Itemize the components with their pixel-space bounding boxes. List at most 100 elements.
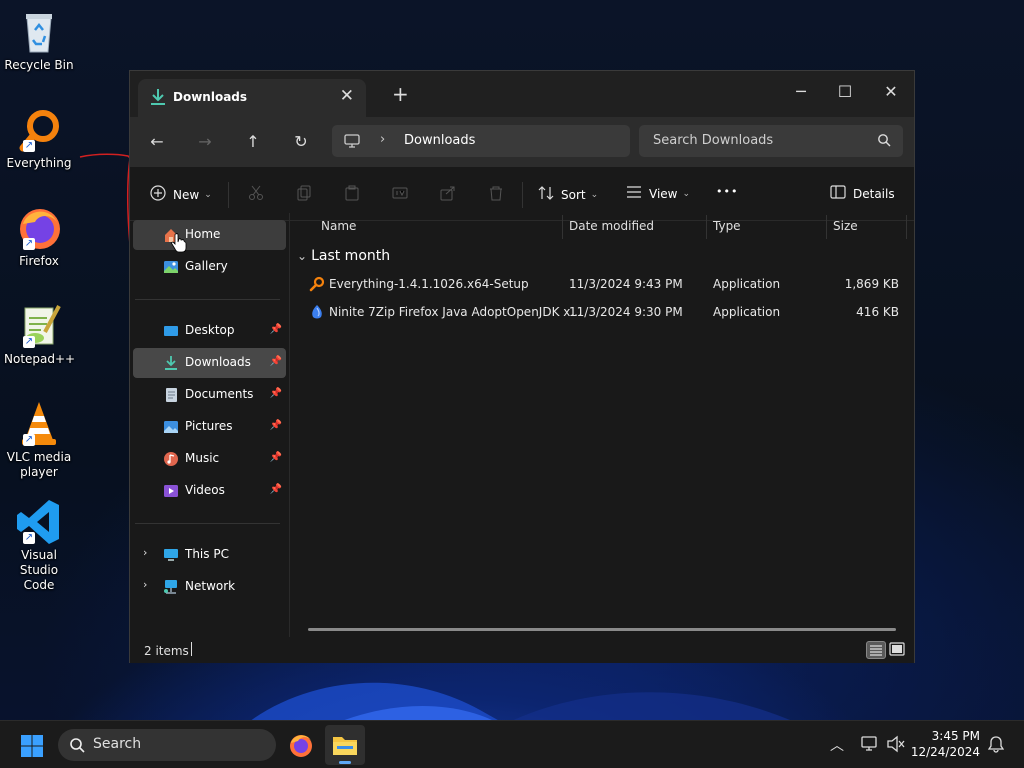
- tab-downloads[interactable]: Downloads ✕: [138, 79, 366, 117]
- details-pane-button[interactable]: Details: [830, 185, 895, 202]
- sidebar-item-music[interactable]: Music 📌: [133, 444, 286, 474]
- pin-icon[interactable]: 📌: [270, 420, 282, 431]
- computer-icon: [163, 547, 179, 563]
- sidebar-item-desktop[interactable]: Desktop 📌: [133, 316, 286, 346]
- more-options-button[interactable]: •••: [716, 185, 738, 198]
- desktop-icon-everything[interactable]: ↗ Everything: [4, 106, 74, 171]
- volume-muted-icon[interactable]: [886, 735, 906, 757]
- view-list-icon: [626, 185, 642, 202]
- paste-button[interactable]: [344, 185, 360, 201]
- desktop-icon-vlc[interactable]: ↗ VLC media player: [4, 400, 74, 480]
- show-hidden-icons-button[interactable]: ︿: [830, 735, 844, 755]
- view-button[interactable]: View ⌄: [626, 185, 690, 202]
- desktop-icon-label: Recycle Bin: [4, 58, 74, 72]
- file-name: Everything-1.4.1.1026.x64-Setup: [329, 277, 529, 291]
- taskbar-firefox[interactable]: [281, 725, 321, 765]
- up-button[interactable]: ↑: [240, 130, 266, 154]
- gallery-icon: [163, 259, 179, 275]
- table-row[interactable]: Everything-1.4.1.1026.x64-Setup 11/3/202…: [291, 272, 914, 298]
- minimize-button[interactable]: ─: [778, 77, 824, 107]
- delete-button[interactable]: [488, 185, 504, 201]
- sidebar-item-downloads[interactable]: Downloads 📌: [133, 348, 286, 378]
- taskbar-search-label: Search: [93, 736, 142, 752]
- ninite-icon: [309, 304, 325, 320]
- close-window-button[interactable]: ✕: [868, 77, 914, 107]
- pin-icon[interactable]: 📌: [270, 356, 282, 367]
- sidebar-item-network[interactable]: › Network: [133, 572, 286, 602]
- clock[interactable]: 3:45 PM 12/24/2024: [911, 728, 980, 760]
- sidebar-item-home[interactable]: Home: [133, 220, 286, 253]
- sidebar-item-documents[interactable]: Documents 📌: [133, 380, 286, 410]
- taskbar-search[interactable]: Search: [58, 729, 276, 761]
- cut-button[interactable]: [248, 185, 264, 201]
- desktop-icon-vscode[interactable]: ↗ Visual Studio Code: [4, 498, 74, 593]
- divider: [135, 523, 280, 524]
- close-tab-icon[interactable]: ✕: [340, 86, 354, 106]
- address-bar[interactable]: › Downloads: [332, 125, 630, 157]
- sort-icon: [538, 185, 554, 204]
- maximize-button[interactable]: ☐: [822, 77, 868, 107]
- new-tab-button[interactable]: +: [392, 84, 409, 104]
- sidebar-item-label: Network: [185, 579, 236, 593]
- file-date: 11/3/2024 9:43 PM: [569, 277, 683, 291]
- sidebar-item-label: This PC: [185, 547, 229, 561]
- pin-icon[interactable]: 📌: [270, 324, 282, 335]
- clock-date: 12/24/2024: [910, 745, 980, 759]
- column-resizer[interactable]: [562, 215, 563, 239]
- horizontal-scrollbar[interactable]: [308, 628, 896, 631]
- pane-divider[interactable]: [289, 213, 290, 637]
- pin-icon[interactable]: 📌: [270, 388, 282, 399]
- back-button[interactable]: ←: [144, 130, 170, 154]
- tiles-view-button[interactable]: [888, 641, 908, 659]
- desktop-icon-label: Firefox: [19, 254, 59, 268]
- share-button[interactable]: [440, 185, 456, 201]
- sidebar-item-pictures[interactable]: Pictures 📌: [133, 412, 286, 442]
- divider: [522, 182, 523, 208]
- desktop-icon-firefox[interactable]: ↗ Firefox: [4, 204, 74, 269]
- column-header-type[interactable]: Type: [713, 219, 741, 233]
- sidebar-item-this-pc[interactable]: › This PC: [133, 540, 286, 570]
- network-icon: [163, 579, 179, 595]
- details-view-button[interactable]: [866, 641, 886, 659]
- sidebar-item-videos[interactable]: Videos 📌: [133, 476, 286, 506]
- new-button[interactable]: New ⌄: [150, 185, 212, 204]
- folder-icon: [333, 737, 357, 755]
- pin-icon[interactable]: 📌: [270, 484, 282, 495]
- copy-button[interactable]: [296, 185, 312, 201]
- desktop-icon-label: VLC media player: [6, 450, 72, 479]
- start-button[interactable]: [20, 734, 44, 761]
- expand-chevron-icon[interactable]: ›: [143, 578, 147, 591]
- refresh-button[interactable]: ↻: [288, 130, 314, 154]
- sidebar-item-gallery[interactable]: Gallery: [133, 252, 286, 282]
- forward-button[interactable]: →: [192, 130, 218, 154]
- desktop-icon-notepad-plus-plus[interactable]: ↗ Notepad++: [4, 302, 75, 367]
- details-label: Details: [853, 186, 895, 201]
- column-header-size[interactable]: Size: [833, 219, 858, 233]
- search-icon: [69, 737, 85, 756]
- breadcrumb-separator[interactable]: ›: [380, 132, 385, 147]
- column-resizer[interactable]: [706, 215, 707, 239]
- network-tray-icon[interactable]: [860, 735, 880, 757]
- file-name: Ninite 7Zip Firefox Java AdoptOpenJDK x.…: [329, 305, 582, 319]
- chevron-down-icon: ⌄: [297, 249, 308, 263]
- desktop-icon: [163, 323, 179, 339]
- column-header-name[interactable]: Name: [321, 219, 356, 233]
- rename-button[interactable]: [392, 185, 408, 201]
- column-header-date-modified[interactable]: Date modified: [569, 219, 654, 233]
- pin-icon[interactable]: 📌: [270, 452, 282, 463]
- sort-button[interactable]: Sort ⌄: [538, 185, 598, 204]
- notification-bell-icon[interactable]: [987, 735, 1005, 757]
- column-resizer[interactable]: [826, 215, 827, 239]
- sort-label: Sort: [561, 187, 586, 202]
- notepad-plus-plus-icon: ↗: [15, 302, 63, 350]
- breadcrumb-downloads[interactable]: Downloads: [404, 133, 475, 148]
- table-row[interactable]: Ninite 7Zip Firefox Java AdoptOpenJDK x.…: [291, 300, 914, 326]
- search-input[interactable]: Search Downloads: [639, 125, 903, 157]
- taskbar-file-explorer[interactable]: [325, 725, 365, 765]
- download-icon: [163, 355, 179, 371]
- group-header-last-month[interactable]: ⌄ Last month: [297, 248, 390, 264]
- desktop-icon-recycle-bin[interactable]: Recycle Bin: [4, 8, 74, 73]
- desktop-icon-label: Visual Studio Code: [19, 548, 59, 592]
- expand-chevron-icon[interactable]: ›: [143, 546, 147, 559]
- column-resizer[interactable]: [906, 215, 907, 239]
